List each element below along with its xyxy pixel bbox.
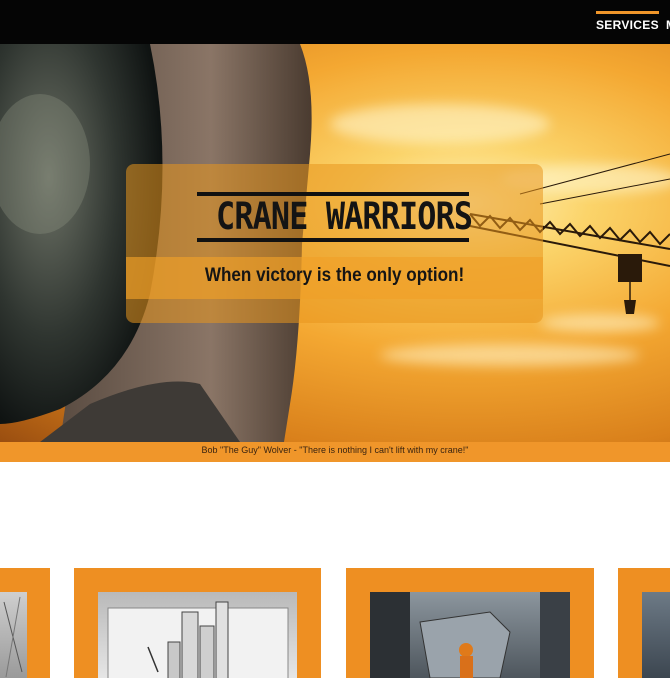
hero-title: CRANE WARRIORS (216, 195, 473, 238)
hero-quote: Bob "The Guy" Wolver - "There is nothing… (201, 445, 469, 455)
nav-services-link[interactable]: SERVICES (596, 11, 659, 32)
title-bottom-rule (197, 238, 469, 242)
hero-banner: CRANE WARRIORS When victory is the only … (0, 44, 670, 442)
nav-next-link[interactable]: M (666, 18, 670, 32)
card-image (98, 592, 297, 678)
quote-strip: Bob "The Guy" Wolver - "There is nothing… (0, 442, 670, 462)
service-card[interactable] (0, 568, 50, 678)
card-image (370, 592, 570, 678)
top-navbar: SERVICES M (0, 0, 670, 44)
hero-tagline: When victory is the only option! (204, 265, 465, 286)
service-card[interactable] (74, 568, 321, 678)
service-card[interactable] (618, 568, 670, 678)
service-card[interactable] (346, 568, 594, 678)
card-image (0, 592, 27, 678)
hero-overlay-panel (126, 164, 543, 323)
card-image (642, 592, 670, 678)
hero-title-block: CRANE WARRIORS (197, 192, 473, 242)
